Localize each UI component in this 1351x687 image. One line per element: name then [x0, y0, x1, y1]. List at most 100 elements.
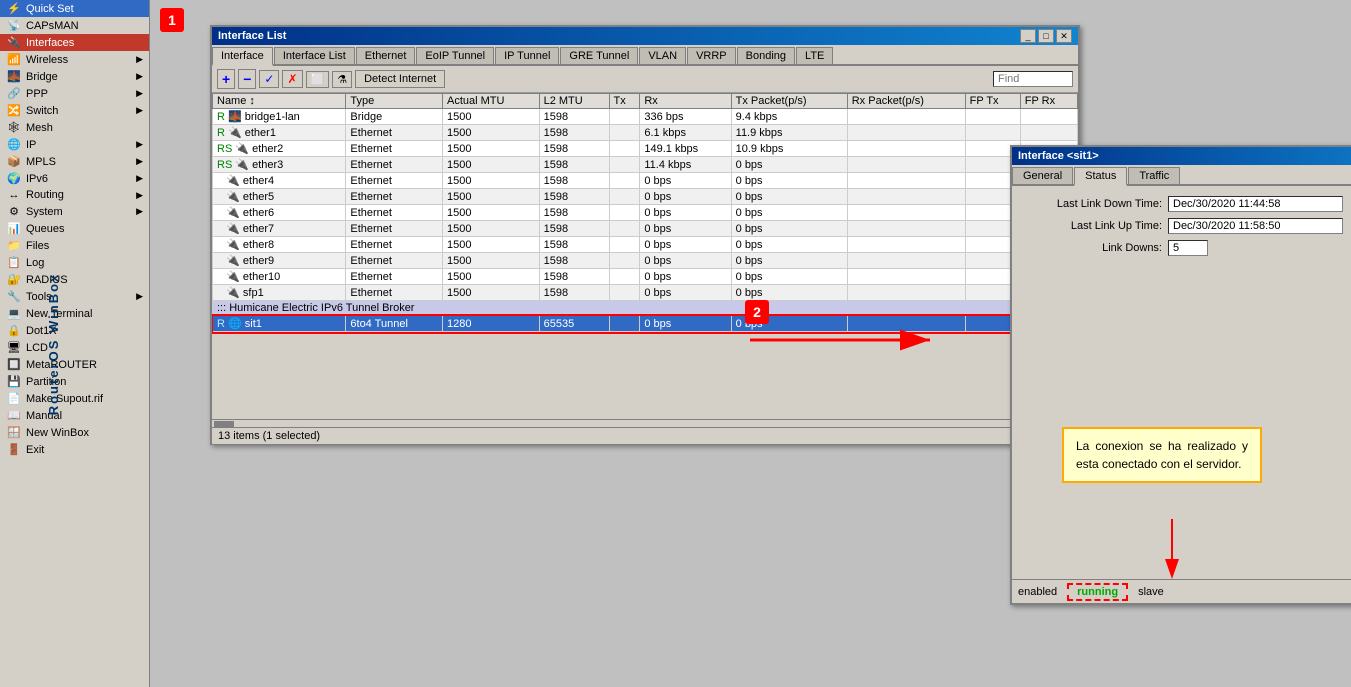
table-row[interactable]: R 🌉 bridge1-lan Bridge 1500 1598 336 bps…	[213, 109, 1078, 125]
cell-fp-tx	[965, 109, 1020, 125]
cell-l2-mtu: 1598	[539, 173, 609, 189]
mpls-arrow: ▶	[136, 156, 143, 167]
table-row-sit1[interactable]: R 🌐 sit1 6to4 Tunnel 1280 65535 0 bps 0 …	[213, 316, 1078, 332]
tab-ethernet[interactable]: Ethernet	[356, 47, 416, 64]
detail-tab-status[interactable]: Status	[1074, 167, 1127, 186]
detail-tab-general[interactable]: General	[1012, 167, 1073, 184]
cell-tx-pkt: 10.9 kbps	[731, 141, 847, 157]
sidebar-item-ipv6[interactable]: 🌍 IPv6 ▶	[0, 170, 149, 187]
sidebar-item-wireless[interactable]: 📶 Wireless ▶	[0, 51, 149, 68]
cell-type: 6to4 Tunnel	[346, 316, 443, 332]
sidebar-item-label: New WinBox	[26, 427, 89, 439]
cell-l2-mtu: 1598	[539, 157, 609, 173]
sidebar-item-ip[interactable]: 🌐 IP ▶	[0, 136, 149, 153]
cell-l2-mtu: 1598	[539, 189, 609, 205]
last-link-up-time-value[interactable]	[1168, 218, 1343, 234]
table-row[interactable]: 🔌 ether7 Ethernet 1500 1598 0 bps 0 bps	[213, 221, 1078, 237]
col-tx-pkt[interactable]: Tx Packet(p/s)	[731, 94, 847, 109]
sidebar-item-interfaces[interactable]: 🔌 Interfaces	[0, 34, 149, 51]
cell-flag: 🔌 ether8	[213, 237, 346, 253]
table-row[interactable]: RS 🔌 ether3 Ethernet 1500 1598 11.4 kbps…	[213, 157, 1078, 173]
filter-button[interactable]: ⚗	[332, 71, 352, 88]
tab-gre-tunnel[interactable]: GRE Tunnel	[560, 47, 638, 64]
col-rx-pkt[interactable]: Rx Packet(p/s)	[847, 94, 965, 109]
col-actual-mtu[interactable]: Actual MTU	[443, 94, 540, 109]
last-link-down-time-value[interactable]	[1168, 196, 1343, 212]
cell-tx	[609, 253, 640, 269]
cell-l2-mtu: 1598	[539, 141, 609, 157]
cell-actual-mtu: 1280	[443, 316, 540, 332]
copy-toolbar-button[interactable]: ⬜	[306, 71, 330, 88]
cell-type: Ethernet	[346, 189, 443, 205]
tab-ip-tunnel[interactable]: IP Tunnel	[495, 47, 559, 64]
sidebar-item-new-terminal[interactable]: 💻 New Terminal	[0, 305, 149, 322]
sidebar-item-queues[interactable]: 📊 Queues	[0, 220, 149, 237]
sidebar-item-system[interactable]: ⚙ System ▶	[0, 203, 149, 220]
table-row[interactable]: 🔌 sfp1 Ethernet 1500 1598 0 bps 0 bps	[213, 285, 1078, 301]
col-l2-mtu[interactable]: L2 MTU	[539, 94, 609, 109]
table-row[interactable]: 🔌 ether9 Ethernet 1500 1598 0 bps 0 bps	[213, 253, 1078, 269]
sidebar-item-partition[interactable]: 💾 Partition	[0, 373, 149, 390]
sidebar-item-mesh[interactable]: 🕸 Mesh	[0, 119, 149, 136]
enable-button[interactable]: ✓	[259, 70, 279, 88]
sidebar-item-tools[interactable]: 🔧 Tools ▶	[0, 288, 149, 305]
minimize-button[interactable]: _	[1020, 29, 1036, 43]
table-row[interactable]: R 🔌 ether1 Ethernet 1500 1598 6.1 kbps 1…	[213, 125, 1078, 141]
horizontal-scrollbar[interactable]	[212, 419, 1078, 427]
table-row[interactable]: 🔌 ether6 Ethernet 1500 1598 0 bps 0 bps	[213, 205, 1078, 221]
table-row[interactable]: 🔌 ether8 Ethernet 1500 1598 0 bps 0 bps	[213, 237, 1078, 253]
close-button[interactable]: ✕	[1056, 29, 1072, 43]
tab-vrrp[interactable]: VRRP	[687, 47, 736, 64]
cell-tx-pkt: 9.4 kbps	[731, 109, 847, 125]
tab-bonding[interactable]: Bonding	[737, 47, 795, 64]
table-row[interactable]: 🔌 ether10 Ethernet 1500 1598 0 bps 0 bps	[213, 269, 1078, 285]
tab-vlan[interactable]: VLAN	[639, 47, 686, 64]
sidebar-item-dot1x[interactable]: 🔒 Dot1X	[0, 322, 149, 339]
detect-internet-button[interactable]: Detect Internet	[355, 70, 445, 88]
cell-rx: 0 bps	[640, 253, 731, 269]
sidebar-item-mpls[interactable]: 📦 MPLS ▶	[0, 153, 149, 170]
table-row[interactable]: 🔌 ether5 Ethernet 1500 1598 0 bps 0 bps	[213, 189, 1078, 205]
col-fp-tx[interactable]: FP Tx	[965, 94, 1020, 109]
scroll-thumb[interactable]	[214, 421, 234, 427]
sidebar-item-label: IPv6	[26, 173, 48, 185]
col-type[interactable]: Type	[346, 94, 443, 109]
link-downs-value[interactable]	[1168, 240, 1208, 256]
sidebar-item-make-supout[interactable]: 📄 Make Supout.rif	[0, 390, 149, 407]
cell-tx-pkt: 0 bps	[731, 173, 847, 189]
cell-rx: 149.1 kbps	[640, 141, 731, 157]
cell-flag: R 🔌 ether1	[213, 125, 346, 141]
sidebar-item-manual[interactable]: 📖 Manual	[0, 407, 149, 424]
sidebar-item-capsman[interactable]: 📡 CAPsMAN	[0, 17, 149, 34]
remove-button[interactable]: −	[238, 69, 256, 89]
col-tx[interactable]: Tx	[609, 94, 640, 109]
tab-interface[interactable]: Interface	[212, 47, 273, 66]
add-button[interactable]: +	[217, 69, 235, 89]
sidebar-item-log[interactable]: 📋 Log	[0, 254, 149, 271]
maximize-button[interactable]: □	[1038, 29, 1054, 43]
table-row[interactable]: 🔌 ether4 Ethernet 1500 1598 0 bps 0 bps	[213, 173, 1078, 189]
table-row[interactable]: RS 🔌 ether2 Ethernet 1500 1598 149.1 kbp…	[213, 141, 1078, 157]
sidebar-item-files[interactable]: 📁 Files	[0, 237, 149, 254]
sidebar-item-exit[interactable]: 🚪 Exit	[0, 441, 149, 458]
sidebar-item-quick-set[interactable]: ⚡ Quick Set	[0, 0, 149, 17]
sidebar-item-metarouter[interactable]: 🔲 MetaROUTER	[0, 356, 149, 373]
sidebar-item-new-winbox[interactable]: 🪟 New WinBox	[0, 424, 149, 441]
sidebar-item-switch[interactable]: 🔀 Switch ▶	[0, 102, 149, 119]
sidebar-item-radius[interactable]: 🔐 RADIUS	[0, 271, 149, 288]
sidebar-item-label: Quick Set	[26, 3, 74, 15]
cell-rx-pkt	[847, 269, 965, 285]
disable-button[interactable]: ✗	[282, 70, 302, 88]
col-fp-rx[interactable]: FP Rx	[1020, 94, 1077, 109]
sidebar-item-ppp[interactable]: 🔗 PPP ▶	[0, 85, 149, 102]
sidebar-item-lcd[interactable]: 🖥 LCD	[0, 339, 149, 356]
find-input[interactable]	[993, 71, 1073, 87]
sidebar-item-routing[interactable]: ↔ Routing ▶	[0, 187, 149, 203]
tab-lte[interactable]: LTE	[796, 47, 833, 64]
col-name[interactable]: Name ↕	[213, 94, 346, 109]
tab-eoip-tunnel[interactable]: EoIP Tunnel	[416, 47, 494, 64]
sidebar-item-bridge[interactable]: 🌉 Bridge ▶	[0, 68, 149, 85]
detail-tab-traffic[interactable]: Traffic	[1128, 167, 1180, 184]
tab-interface-list[interactable]: Interface List	[274, 47, 355, 64]
col-rx[interactable]: Rx	[640, 94, 731, 109]
